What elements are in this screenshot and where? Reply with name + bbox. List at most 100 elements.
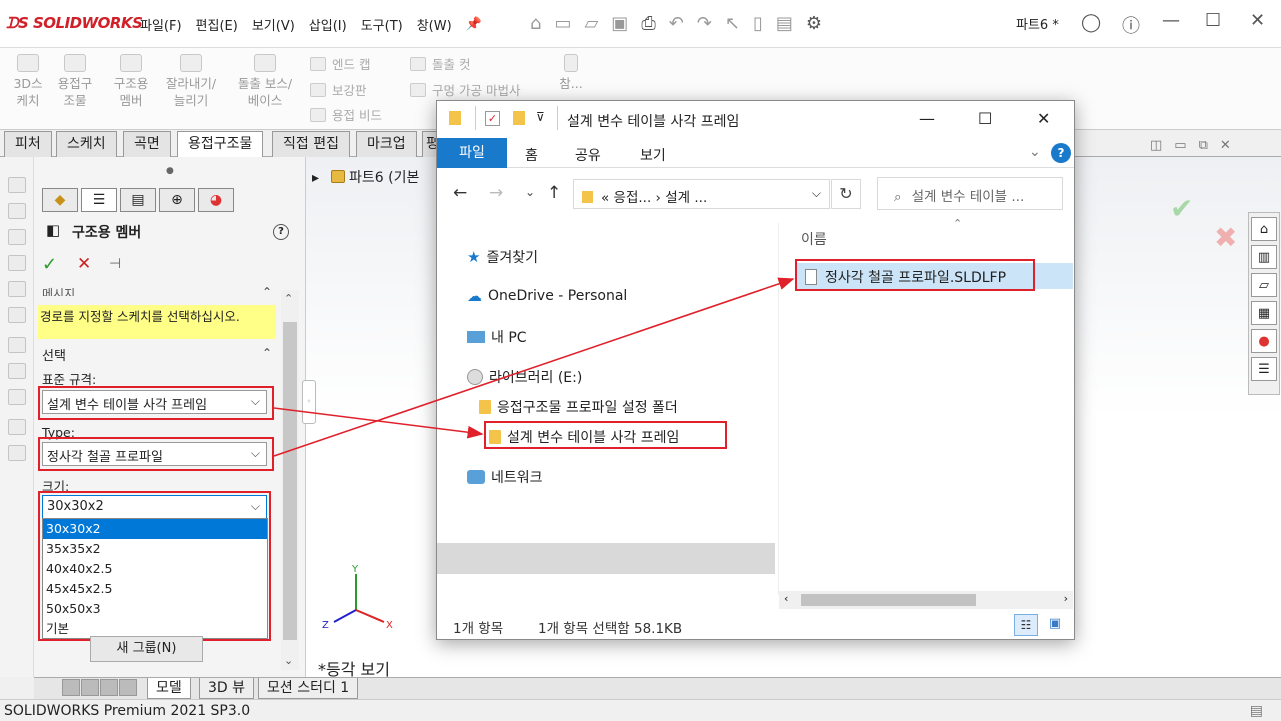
panel-splitter-handle[interactable]: ◦ (302, 380, 316, 424)
collapse-message-icon[interactable]: ⌃ (262, 285, 272, 299)
nav-item-quick-access[interactable]: ★ 즐겨찾기 (467, 247, 538, 267)
next-tab-icon[interactable] (100, 679, 118, 696)
column-header-name[interactable]: 이름 (801, 229, 827, 249)
home-icon[interactable]: ⌂ (530, 13, 541, 34)
recent-locations-icon[interactable]: ⌄ (525, 185, 535, 199)
new-group-button[interactable]: 새 그룹(N) (90, 636, 203, 662)
properties-check-icon[interactable]: ✓ (485, 111, 500, 126)
tab-3d-view[interactable]: 3D 뷰 (199, 678, 255, 699)
explorer-minimize-icon[interactable]: — (919, 109, 935, 128)
menu-tools[interactable]: 도구(T) (361, 15, 403, 34)
strip-tool-9-icon[interactable] (8, 389, 26, 405)
explorer-tab-home[interactable]: 홈 (525, 145, 538, 165)
collapse-selection-icon[interactable]: ⌃ (262, 346, 272, 360)
quick-access-dropdown-icon[interactable]: ⊽ (536, 110, 545, 124)
menu-window[interactable]: 창(W) (417, 15, 452, 34)
design-library-icon[interactable]: ▥ (1251, 245, 1277, 269)
display-manager-tab-icon[interactable]: ◕ (198, 188, 234, 212)
large-icons-view-icon[interactable]: ▣ (1043, 614, 1067, 636)
dimxpert-tab-icon[interactable]: ⊕ (159, 188, 195, 212)
status-bar-options-icon[interactable]: ▤ (1250, 703, 1263, 719)
strip-tool-3-icon[interactable] (8, 229, 26, 245)
viewport-tile-icon[interactable]: ⧉ (1199, 138, 1208, 153)
strip-tool-7-icon[interactable] (8, 337, 26, 353)
panel-grip-icon[interactable]: ● (166, 166, 174, 176)
tab-sketch[interactable]: 스케치 (56, 131, 117, 157)
maximize-icon[interactable]: ☐ (1205, 10, 1221, 31)
trim-extend-button[interactable]: 잘라내기/늘리기 (158, 50, 224, 109)
open-icon[interactable]: ▱ (584, 13, 598, 34)
save-icon[interactable]: ▣ (611, 13, 628, 34)
explorer-close-icon[interactable]: ✕ (1037, 109, 1050, 128)
minimize-icon[interactable]: — (1162, 10, 1180, 31)
tab-model[interactable]: 모델 (147, 678, 191, 699)
feature-tree-root[interactable]: ▸ 파트6 (기본 (312, 167, 419, 187)
options-gear-icon[interactable]: ⚙ (806, 13, 822, 34)
3d-sketch-button[interactable]: 3D스 케치 (6, 50, 50, 109)
first-tab-icon[interactable] (62, 679, 80, 696)
strip-tool-2-icon[interactable] (8, 203, 26, 219)
scrollbar-thumb[interactable] (283, 322, 297, 640)
search-input[interactable]: ⌕ 설계 변수 테이블 ... (877, 177, 1063, 210)
pm-pin-button[interactable]: ⊣ (109, 256, 121, 272)
back-arrow-icon[interactable]: ← (453, 183, 467, 203)
redo-icon[interactable]: ↷ (697, 13, 712, 34)
explorer-help-icon[interactable]: ? (1051, 143, 1071, 163)
scroll-right-icon[interactable]: › (1064, 592, 1068, 605)
custom-properties-icon[interactable]: ☰ (1251, 357, 1277, 381)
tab-surfaces[interactable]: 곡면 (123, 131, 171, 157)
undo-icon[interactable]: ↶ (669, 13, 684, 34)
property-manager-tab-icon[interactable]: ☰ (81, 188, 117, 212)
end-cap-button[interactable]: 엔드 캡 (310, 54, 370, 73)
address-bar[interactable]: « 응접... › 설계 ... ⌵ (573, 179, 830, 209)
explorer-tab-file[interactable]: 파일 (437, 138, 507, 168)
message-section-header[interactable]: 메시지 (42, 285, 75, 296)
refresh-button[interactable]: ↻ (831, 179, 861, 209)
viewport-minimize-icon[interactable]: ▭ (1174, 138, 1186, 153)
tab-weldments[interactable]: 용접구조물 (177, 131, 264, 157)
last-tab-icon[interactable] (119, 679, 137, 696)
strip-tool-1-icon[interactable] (8, 177, 26, 193)
view-palette-icon[interactable]: ▦ (1251, 301, 1277, 325)
weldment-button[interactable]: 용접구 조물 (50, 50, 100, 109)
close-icon[interactable]: ✕ (1250, 10, 1265, 31)
viewport-restore-icon[interactable]: ◫ (1150, 138, 1162, 153)
confirm-corner-cancel-icon[interactable]: ✖ (1214, 221, 1237, 254)
scroll-down-icon[interactable]: ⌄ (284, 654, 293, 667)
pin-icon[interactable]: 📌 (466, 17, 482, 32)
configuration-manager-tab-icon[interactable]: ▤ (120, 188, 156, 212)
sort-up-icon[interactable]: ⌃ (953, 217, 962, 230)
menu-insert[interactable]: 삽입(I) (309, 15, 347, 34)
expand-arrow-icon[interactable]: ▸ (312, 170, 319, 186)
address-dropdown-icon[interactable]: ⌵ (812, 186, 821, 201)
help-icon[interactable]: ⓘ (1122, 12, 1140, 38)
new-icon[interactable]: ▭ (554, 13, 571, 34)
scroll-left-icon[interactable]: ‹ (784, 592, 788, 605)
structural-member-button[interactable]: 구조용 멤버 (106, 50, 156, 109)
details-view-icon[interactable]: ☷ (1014, 614, 1038, 636)
appearances-icon[interactable]: ● (1251, 329, 1277, 353)
menu-edit[interactable]: 편집(E) (196, 15, 238, 34)
viewport-close-icon[interactable]: ✕ (1220, 138, 1231, 153)
prev-tab-icon[interactable] (81, 679, 99, 696)
account-icon[interactable]: ◯ (1081, 12, 1101, 33)
reference-button[interactable]: 참... (556, 50, 586, 92)
nav-item-this-pc[interactable]: 내 PC (467, 327, 527, 347)
tab-direct-editing[interactable]: 직접 편집 (272, 131, 350, 157)
select-icon[interactable]: ↖ (725, 13, 740, 34)
explorer-tab-view[interactable]: 보기 (640, 145, 666, 165)
menu-view[interactable]: 보기(V) (252, 15, 295, 34)
nav-item-folder-profiles[interactable]: 응접구조물 프로파일 설정 폴더 (479, 397, 678, 417)
strip-tool-8-icon[interactable] (8, 363, 26, 379)
up-arrow-icon[interactable]: ↑ (547, 183, 561, 203)
extruded-boss-button[interactable]: 돌출 보스/베이스 (228, 50, 302, 109)
tab-motion-study[interactable]: 모션 스터디 1 (258, 678, 359, 699)
feature-manager-tab-icon[interactable]: ◆ (42, 188, 78, 212)
menu-file[interactable]: 파일(F) (140, 15, 182, 34)
explorer-tab-share[interactable]: 공유 (575, 145, 601, 165)
nav-item-onedrive[interactable]: ☁ OneDrive - Personal (467, 287, 627, 305)
rebuild-icon[interactable]: ▯ (753, 13, 763, 34)
strip-tool-6-icon[interactable] (8, 307, 26, 323)
new-folder-icon[interactable] (513, 111, 525, 125)
print-icon[interactable]: ⎙ (641, 13, 655, 34)
